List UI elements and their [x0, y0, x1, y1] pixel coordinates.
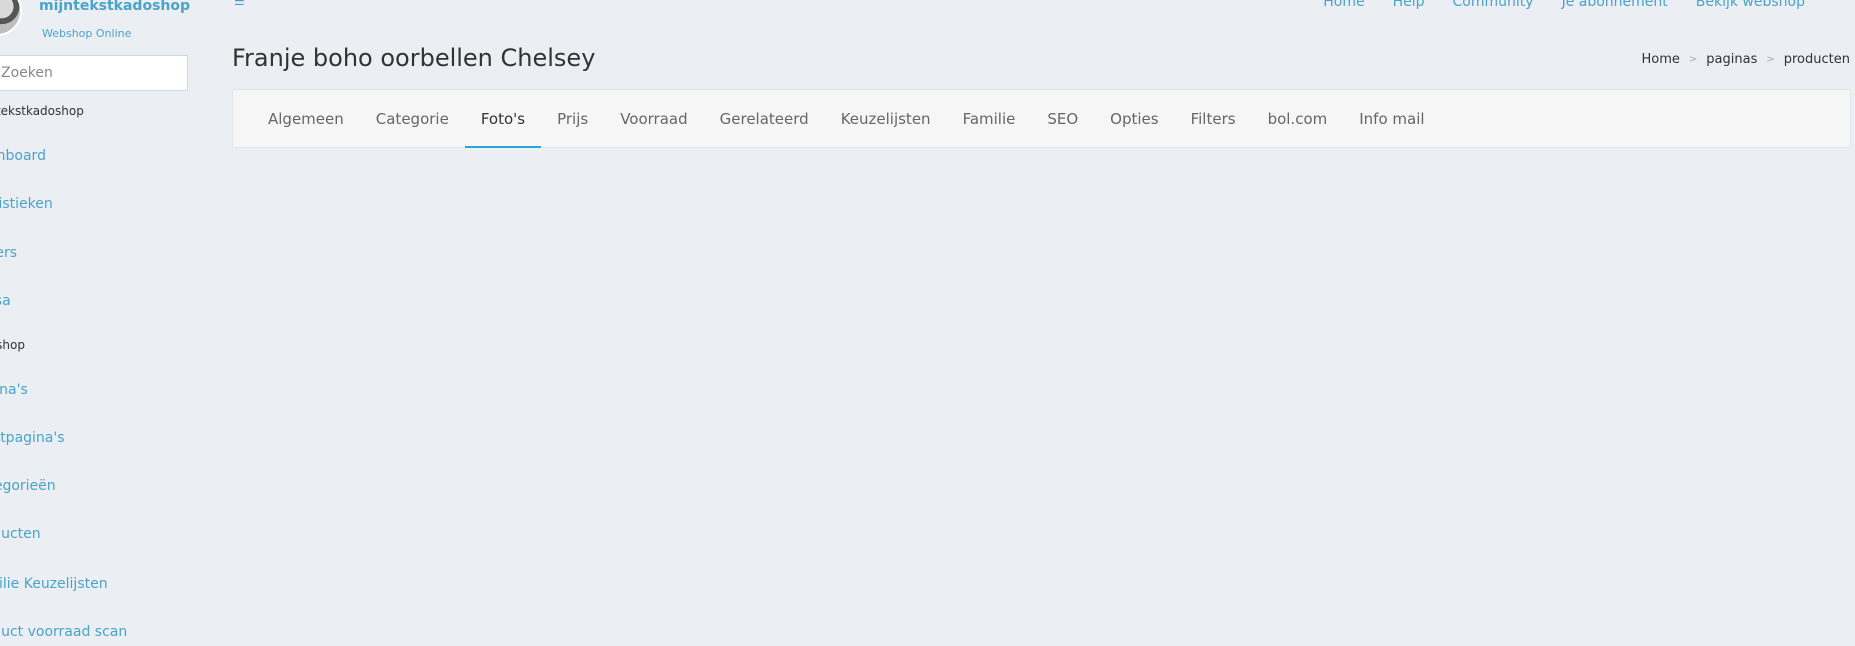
search-input[interactable] — [0, 56, 187, 90]
tab-prijs[interactable]: Prijs — [541, 90, 604, 147]
topnav-home[interactable]: Home — [1323, 0, 1364, 10]
tab-bar: Algemeen Categorie Foto's Prijs Voorraad… — [252, 90, 1441, 148]
tab-fotos[interactable]: Foto's — [464, 90, 542, 148]
topnav-help[interactable]: Help — [1393, 0, 1425, 10]
page-title: Franje boho oorbellen Chelsey — [232, 44, 596, 72]
tab-filters[interactable]: Filters — [1175, 90, 1252, 147]
topnav-community[interactable]: Community — [1453, 0, 1534, 10]
sidebar-section-webshop: Webshop — [0, 338, 25, 352]
tab-bol-com[interactable]: bol.com — [1252, 90, 1344, 147]
breadcrumb: Home > paginas > producten — [1642, 52, 1850, 67]
tab-categorie[interactable]: Categorie — [360, 90, 465, 147]
tab-voorraad[interactable]: Voorraad — [604, 90, 703, 147]
sidebar-item-statistieken[interactable]: Statistieken — [0, 196, 53, 212]
tab-info-mail[interactable]: Info mail — [1343, 90, 1440, 147]
sidebar-item-dashboard[interactable]: Dashboard — [0, 148, 46, 164]
sidebar-item-familie-keuzelijsten[interactable]: Familie Keuzelijsten — [0, 576, 108, 592]
tab-familie[interactable]: Familie — [947, 90, 1032, 147]
avatar[interactable] — [0, 0, 22, 36]
breadcrumb-separator: > — [1688, 54, 1698, 65]
sidebar-item-account[interactable]: mijntekstkadoshop — [0, 104, 84, 118]
topnav-abonnement[interactable]: Je abonnement — [1562, 0, 1668, 10]
sidebar-search[interactable] — [0, 55, 188, 91]
sidebar-item-paginas[interactable]: Pagina's — [0, 382, 28, 398]
top-navigation: Home Help Community Je abonnement Bekijk… — [1323, 0, 1805, 10]
sidebar-item-producten[interactable]: Producten — [0, 526, 41, 542]
tab-keuzelijsten[interactable]: Keuzelijsten — [825, 90, 947, 147]
product-tabs-panel: Algemeen Categorie Foto's Prijs Voorraad… — [232, 89, 1851, 148]
sidebar-item-orders[interactable]: Orders — [0, 245, 17, 261]
menu-icon[interactable]: ☰ — [234, 0, 245, 8]
sidebar: mijntekstkadoshop Webshop Online mijntek… — [0, 0, 210, 646]
tab-opties[interactable]: Opties — [1094, 90, 1174, 147]
tab-gerelateerd[interactable]: Gerelateerd — [704, 90, 825, 147]
breadcrumb-paginas[interactable]: paginas — [1706, 52, 1757, 67]
sidebar-item-kassa[interactable]: Kassa — [0, 293, 11, 309]
tab-algemeen[interactable]: Algemeen — [252, 90, 360, 147]
sidebar-item-tekstpaginas[interactable]: Tekstpagina's — [0, 430, 65, 446]
shop-status: Webshop Online — [42, 27, 132, 40]
shop-name[interactable]: mijntekstkadoshop — [39, 0, 190, 14]
breadcrumb-separator: > — [1766, 54, 1775, 65]
topnav-bekijk-webshop[interactable]: Bekijk webshop — [1696, 0, 1805, 10]
breadcrumb-producten: producten — [1783, 52, 1850, 67]
sidebar-item-product-voorraad-scan[interactable]: Product voorraad scan — [0, 624, 127, 640]
breadcrumb-home[interactable]: Home — [1642, 52, 1680, 67]
sidebar-item-categorieen[interactable]: Categorieën — [0, 478, 56, 494]
tab-seo[interactable]: SEO — [1031, 90, 1094, 147]
